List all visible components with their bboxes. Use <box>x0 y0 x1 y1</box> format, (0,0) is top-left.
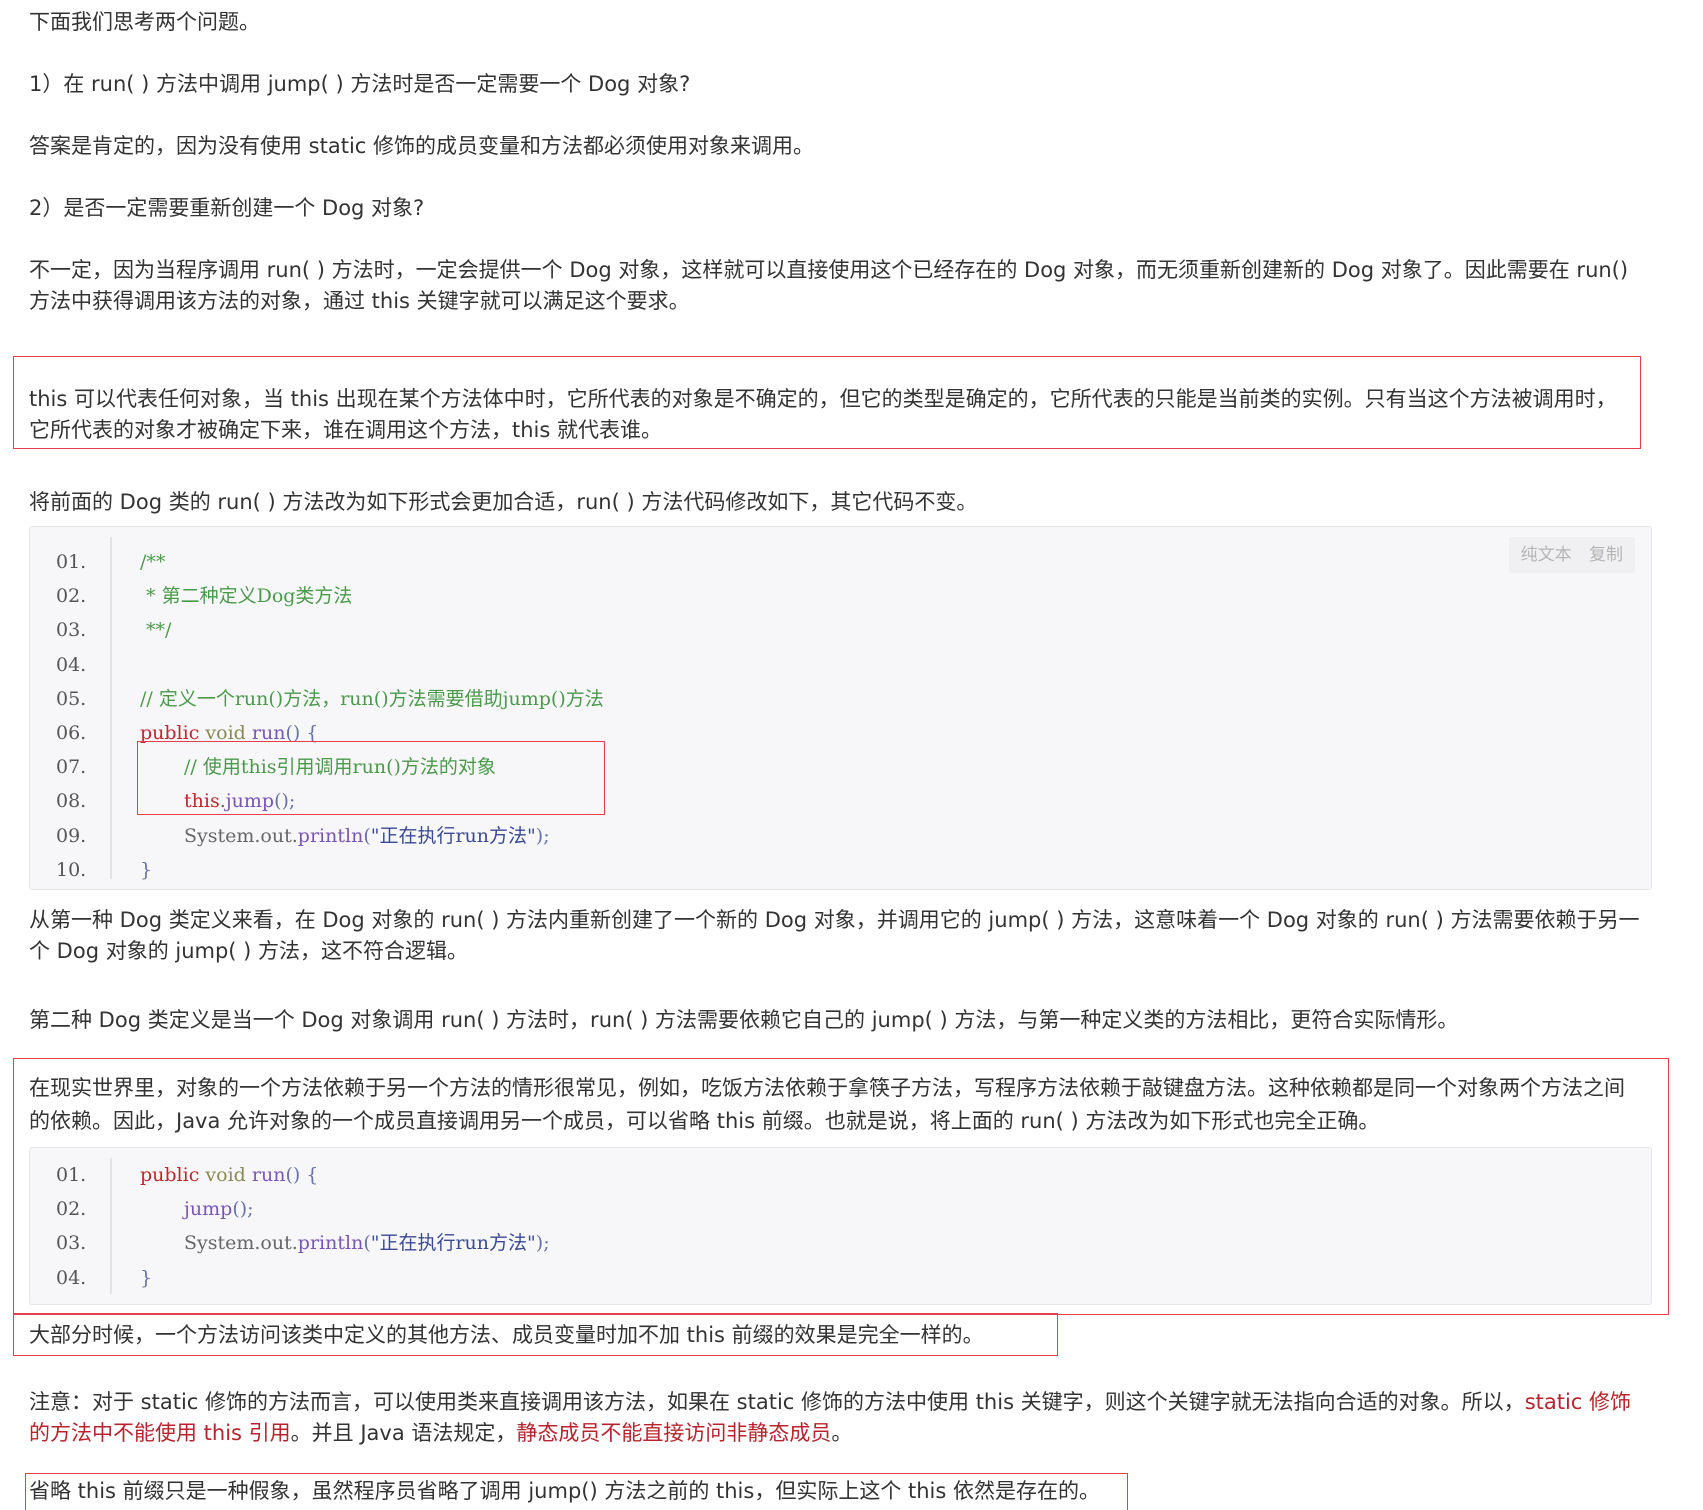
most-times-paragraph: 大部分时候，一个方法访问该类中定义的其他方法、成员变量时加不加 this 前缀的… <box>29 1323 984 1347</box>
note-line1: 注意：对于 static 修饰的方法而言，可以使用类来直接调用该方法，如果在 s… <box>29 1385 1649 1419</box>
line-number: 03. <box>56 1232 87 1255</box>
code-block-1: 纯文本 复制 01. /** 02. * 第二种定义Dog类方法 03. **/ 04.… <box>29 526 1652 890</box>
answer-2-line1: 不一定，因为当程序调用 run( ) 方法时，一定会提供一个 Dog 对象，这样… <box>29 258 1629 282</box>
plain-text-button[interactable]: 纯文本 <box>1521 545 1572 565</box>
real-world-line1: 在现实世界里，对象的一个方法依赖于另一个方法的情形很常见，例如，吃饭方法依赖于拿… <box>29 1076 1625 1100</box>
code-block-2: 01. public void run() { 02. jump(); 03. Syste… <box>29 1147 1652 1305</box>
first-definition-line2: 个 Dog 对象的 jump( ) 方法，这不符合逻辑。 <box>29 939 469 963</box>
note-text: 注意：对于 static 修饰的方法而言，可以使用类来直接调用该方法，如果在 s… <box>29 1390 1525 1414</box>
line-number: 03. <box>56 619 87 642</box>
line-number: 07. <box>56 756 87 779</box>
real-world-line2: 的依赖。因此，Java 允许对象的一个成员直接调用另一个成员，可以省略 this… <box>29 1109 1380 1133</box>
paragraph-change-run: 将前面的 Dog 类的 run( ) 方法改为如下形式会更加合适，run( ) … <box>29 490 978 514</box>
answer-1: 答案是肯定的，因为没有使用 static 修饰的成员变量和方法都必须使用对象来调… <box>29 134 815 158</box>
line-number: 08. <box>56 790 87 813</box>
line-number: 01. <box>56 551 87 573</box>
code-text: * 第二种定义Dog类方法 <box>140 585 353 608</box>
code-text: System.out.println("正在执行run方法"); <box>184 824 550 847</box>
line-number: 09. <box>56 824 87 847</box>
code-text: } <box>140 858 153 881</box>
code-text: // 定义一个run()方法，run()方法需要借助jump()方法 <box>140 687 604 710</box>
code-text: **/ <box>140 619 172 642</box>
line-number: 02. <box>56 585 87 608</box>
first-definition-line1: 从第一种 Dog 类定义来看，在 Dog 对象的 run( ) 方法内重新创建了… <box>29 908 1640 932</box>
copy-button[interactable]: 复制 <box>1589 545 1623 565</box>
code-text: /** <box>140 551 166 573</box>
code-text: jump(); <box>184 1198 254 1221</box>
line-number: 02. <box>56 1198 87 1221</box>
paragraph-intro: 下面我们思考两个问题。 <box>29 10 260 34</box>
code-text: public void run() { <box>140 1164 319 1186</box>
line-number: 06. <box>56 722 87 744</box>
omit-this-paragraph: 省略 this 前缀只是一种假象，虽然程序员省略了调用 jump() 方法之前的… <box>29 1479 1100 1503</box>
note-emphasis: 的方法中不能使用 this 引用 <box>29 1421 291 1445</box>
highlight-box-this-jump <box>137 741 605 815</box>
second-definition: 第二种 Dog 类定义是当一个 Dog 对象调用 run( ) 方法时，run(… <box>29 1008 1459 1032</box>
this-definition-line1: this 可以代表任何对象，当 this 出现在某个方法体中时，它所代表的对象是… <box>29 387 1617 411</box>
line-number: 04. <box>56 1266 87 1289</box>
question-1: 1）在 run( ) 方法中调用 jump( ) 方法时是否一定需要一个 Dog… <box>29 72 691 96</box>
line-number: 10. <box>56 858 87 881</box>
note-line2: 的方法中不能使用 this 引用。并且 Java 语法规定，静态成员不能直接访问… <box>29 1416 1649 1450</box>
code-text: } <box>140 1266 153 1289</box>
line-number: 01. <box>56 1164 87 1186</box>
question-2: 2）是否一定需要重新创建一个 Dog 对象? <box>29 196 425 220</box>
this-definition-line2: 它所代表的对象才被确定下来，谁在调用这个方法，this 就代表谁。 <box>29 418 662 442</box>
article-page: 下面我们思考两个问题。 1）在 run( ) 方法中调用 jump( ) 方法时… <box>0 0 1703 1510</box>
note-text: 。 <box>831 1421 853 1445</box>
code-text: System.out.println("正在执行run方法"); <box>184 1232 550 1255</box>
line-number: 04. <box>56 653 87 676</box>
note-emphasis: 静态成员不能直接访问非静态成员 <box>516 1421 832 1445</box>
answer-2-line2: 方法中获得调用该方法的对象，通过 this 关键字就可以满足这个要求。 <box>29 289 690 313</box>
code-toolbar: 纯文本 复制 <box>1508 537 1635 573</box>
note-emphasis: static 修饰 <box>1524 1390 1632 1414</box>
note-text: 。并且 Java 语法规定， <box>290 1421 517 1445</box>
line-number: 05. <box>56 687 87 710</box>
